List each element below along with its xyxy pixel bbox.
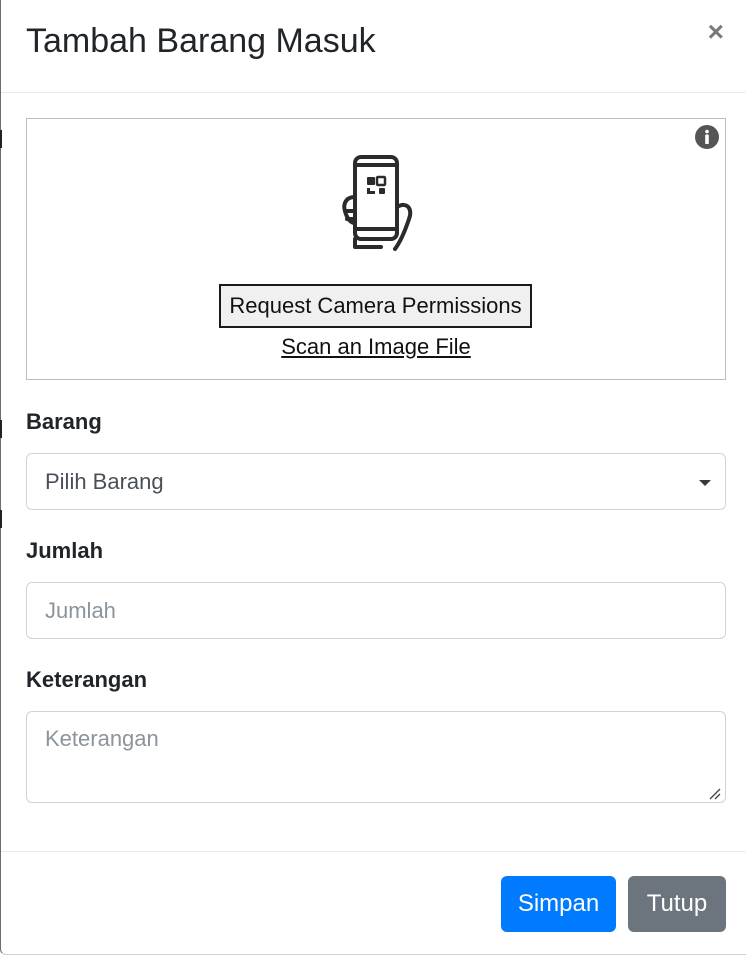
caret-down-icon — [699, 480, 711, 486]
barang-select[interactable]: Pilih Barang — [26, 453, 726, 510]
keterangan-label: Keterangan — [26, 667, 148, 692]
info-circle-icon[interactable] — [695, 125, 719, 149]
modal-header: Tambah Barang Masuk × — [1, 0, 746, 93]
jumlah-input[interactable] — [26, 582, 726, 639]
simpan-button[interactable]: Simpan — [501, 876, 616, 932]
close-icon[interactable]: × — [708, 18, 724, 46]
keterangan-textarea[interactable] — [26, 711, 726, 803]
jumlah-label: Jumlah — [26, 538, 104, 563]
tutup-button[interactable]: Tutup — [628, 876, 726, 932]
modal-body: Request Camera Permissions Scan an Image… — [1, 93, 746, 851]
request-camera-permissions-button[interactable]: Request Camera Permissions — [219, 284, 532, 328]
modal-footer: Simpan Tutup — [1, 851, 746, 955]
barang-label: Barang — [26, 409, 102, 434]
resize-handle-icon[interactable] — [708, 788, 722, 800]
barang-select-value: Pilih Barang — [45, 468, 164, 494]
modal-dialog: Tambah Barang Masuk × Request Camera Per… — [0, 0, 746, 955]
qr-scanner-region: Request Camera Permissions Scan an Image… — [26, 118, 726, 380]
scan-image-file-link[interactable]: Scan an Image File — [27, 334, 725, 360]
modal-title: Tambah Barang Masuk — [26, 22, 376, 60]
qr-phone-scan-icon — [342, 155, 413, 251]
scan-image-file-label[interactable]: Scan an Image File — [281, 334, 471, 359]
